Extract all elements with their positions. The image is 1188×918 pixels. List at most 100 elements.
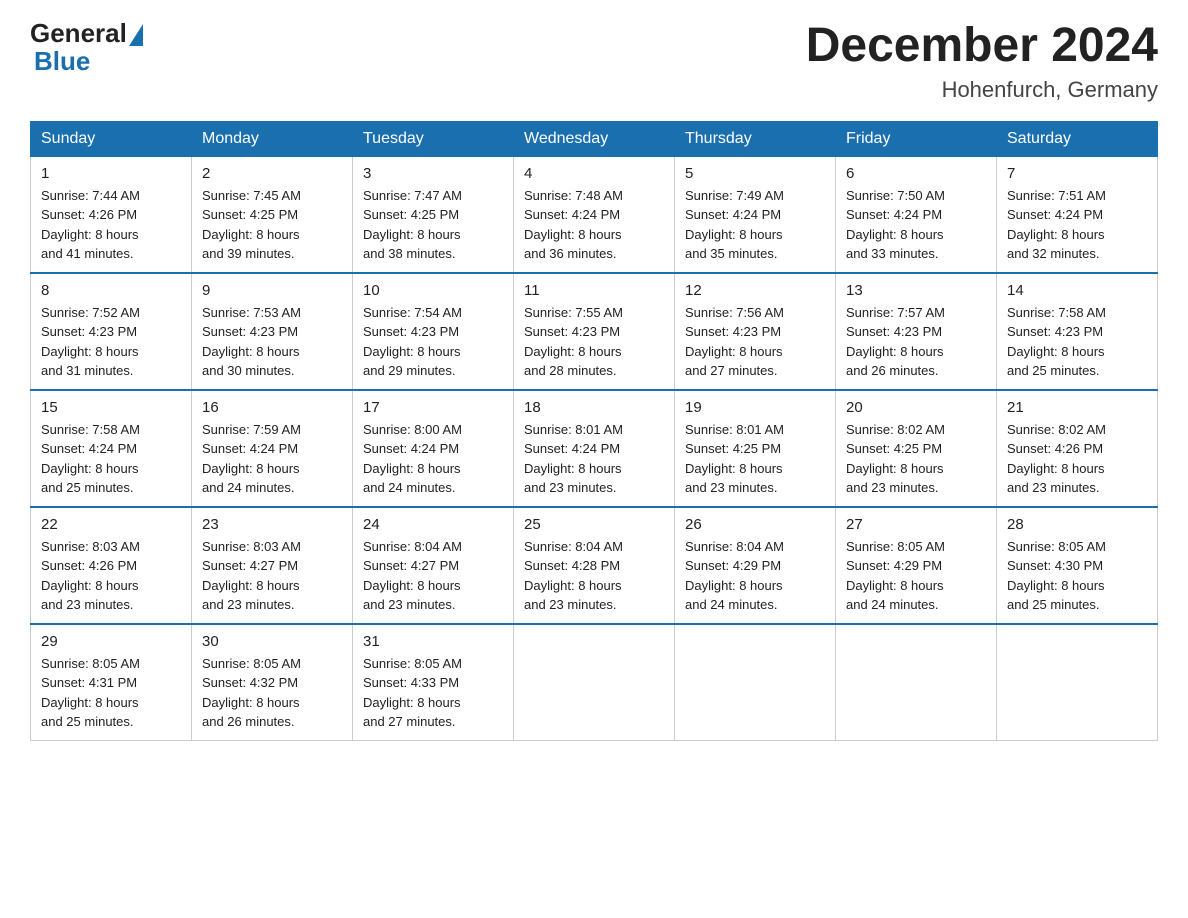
title-block: December 2024 Hohenfurch, Germany [806,20,1158,103]
calendar-cell: 24 Sunrise: 8:04 AMSunset: 4:27 PMDaylig… [353,507,514,624]
calendar-cell: 14 Sunrise: 7:58 AMSunset: 4:23 PMDaylig… [997,273,1158,390]
calendar-cell: 23 Sunrise: 8:03 AMSunset: 4:27 PMDaylig… [192,507,353,624]
day-info: Sunrise: 8:02 AMSunset: 4:26 PMDaylight:… [1007,422,1106,496]
day-number: 26 [685,516,825,533]
calendar-cell [997,624,1158,741]
weekday-header-monday: Monday [192,121,353,156]
calendar-cell: 2 Sunrise: 7:45 AMSunset: 4:25 PMDayligh… [192,156,353,273]
day-info: Sunrise: 7:59 AMSunset: 4:24 PMDaylight:… [202,422,301,496]
logo-general-text: General [30,20,127,46]
calendar-week-row: 8 Sunrise: 7:52 AMSunset: 4:23 PMDayligh… [31,273,1158,390]
day-number: 25 [524,516,664,533]
day-info: Sunrise: 7:53 AMSunset: 4:23 PMDaylight:… [202,305,301,379]
weekday-header-thursday: Thursday [675,121,836,156]
weekday-header-sunday: Sunday [31,121,192,156]
day-info: Sunrise: 7:55 AMSunset: 4:23 PMDaylight:… [524,305,623,379]
day-info: Sunrise: 8:05 AMSunset: 4:30 PMDaylight:… [1007,539,1106,613]
calendar-title: December 2024 [806,20,1158,73]
day-number: 17 [363,399,503,416]
weekday-header-wednesday: Wednesday [514,121,675,156]
calendar-cell: 4 Sunrise: 7:48 AMSunset: 4:24 PMDayligh… [514,156,675,273]
day-number: 11 [524,282,664,299]
day-info: Sunrise: 7:58 AMSunset: 4:24 PMDaylight:… [41,422,140,496]
calendar-cell: 30 Sunrise: 8:05 AMSunset: 4:32 PMDaylig… [192,624,353,741]
day-info: Sunrise: 7:49 AMSunset: 4:24 PMDaylight:… [685,188,784,262]
day-number: 5 [685,165,825,182]
calendar-cell: 20 Sunrise: 8:02 AMSunset: 4:25 PMDaylig… [836,390,997,507]
day-info: Sunrise: 7:52 AMSunset: 4:23 PMDaylight:… [41,305,140,379]
day-info: Sunrise: 8:03 AMSunset: 4:26 PMDaylight:… [41,539,140,613]
day-info: Sunrise: 8:04 AMSunset: 4:28 PMDaylight:… [524,539,623,613]
calendar-cell: 3 Sunrise: 7:47 AMSunset: 4:25 PMDayligh… [353,156,514,273]
day-number: 7 [1007,165,1147,182]
calendar-cell: 31 Sunrise: 8:05 AMSunset: 4:33 PMDaylig… [353,624,514,741]
day-info: Sunrise: 7:48 AMSunset: 4:24 PMDaylight:… [524,188,623,262]
logo: General Blue [30,20,145,77]
calendar-cell: 18 Sunrise: 8:01 AMSunset: 4:24 PMDaylig… [514,390,675,507]
day-number: 29 [41,633,181,650]
calendar-cell: 9 Sunrise: 7:53 AMSunset: 4:23 PMDayligh… [192,273,353,390]
day-info: Sunrise: 8:05 AMSunset: 4:33 PMDaylight:… [363,656,462,730]
day-info: Sunrise: 8:05 AMSunset: 4:32 PMDaylight:… [202,656,301,730]
day-number: 12 [685,282,825,299]
calendar-cell: 21 Sunrise: 8:02 AMSunset: 4:26 PMDaylig… [997,390,1158,507]
page-header: General Blue December 2024 Hohenfurch, G… [30,20,1158,103]
calendar-cell: 6 Sunrise: 7:50 AMSunset: 4:24 PMDayligh… [836,156,997,273]
day-number: 28 [1007,516,1147,533]
day-info: Sunrise: 7:58 AMSunset: 4:23 PMDaylight:… [1007,305,1106,379]
calendar-week-row: 15 Sunrise: 7:58 AMSunset: 4:24 PMDaylig… [31,390,1158,507]
day-number: 2 [202,165,342,182]
day-number: 20 [846,399,986,416]
calendar-cell: 12 Sunrise: 7:56 AMSunset: 4:23 PMDaylig… [675,273,836,390]
day-number: 4 [524,165,664,182]
calendar-cell: 7 Sunrise: 7:51 AMSunset: 4:24 PMDayligh… [997,156,1158,273]
calendar-cell: 1 Sunrise: 7:44 AMSunset: 4:26 PMDayligh… [31,156,192,273]
day-info: Sunrise: 7:57 AMSunset: 4:23 PMDaylight:… [846,305,945,379]
day-number: 31 [363,633,503,650]
weekday-header-tuesday: Tuesday [353,121,514,156]
day-number: 30 [202,633,342,650]
day-number: 16 [202,399,342,416]
day-number: 23 [202,516,342,533]
calendar-cell [675,624,836,741]
day-info: Sunrise: 8:01 AMSunset: 4:25 PMDaylight:… [685,422,784,496]
day-info: Sunrise: 7:54 AMSunset: 4:23 PMDaylight:… [363,305,462,379]
day-info: Sunrise: 7:45 AMSunset: 4:25 PMDaylight:… [202,188,301,262]
calendar-cell: 13 Sunrise: 7:57 AMSunset: 4:23 PMDaylig… [836,273,997,390]
calendar-cell: 22 Sunrise: 8:03 AMSunset: 4:26 PMDaylig… [31,507,192,624]
calendar-cell [514,624,675,741]
calendar-cell: 28 Sunrise: 8:05 AMSunset: 4:30 PMDaylig… [997,507,1158,624]
day-info: Sunrise: 7:44 AMSunset: 4:26 PMDaylight:… [41,188,140,262]
calendar-cell: 25 Sunrise: 8:04 AMSunset: 4:28 PMDaylig… [514,507,675,624]
day-number: 19 [685,399,825,416]
calendar-cell: 27 Sunrise: 8:05 AMSunset: 4:29 PMDaylig… [836,507,997,624]
logo-triangle-icon [129,24,143,46]
day-info: Sunrise: 8:00 AMSunset: 4:24 PMDaylight:… [363,422,462,496]
day-info: Sunrise: 7:56 AMSunset: 4:23 PMDaylight:… [685,305,784,379]
calendar-cell: 16 Sunrise: 7:59 AMSunset: 4:24 PMDaylig… [192,390,353,507]
logo-blue-text: Blue [34,46,90,76]
calendar-week-row: 29 Sunrise: 8:05 AMSunset: 4:31 PMDaylig… [31,624,1158,741]
day-info: Sunrise: 7:47 AMSunset: 4:25 PMDaylight:… [363,188,462,262]
calendar-table: SundayMondayTuesdayWednesdayThursdayFrid… [30,121,1158,741]
day-number: 9 [202,282,342,299]
weekday-header-saturday: Saturday [997,121,1158,156]
day-number: 1 [41,165,181,182]
calendar-week-row: 22 Sunrise: 8:03 AMSunset: 4:26 PMDaylig… [31,507,1158,624]
day-number: 18 [524,399,664,416]
day-number: 22 [41,516,181,533]
day-info: Sunrise: 8:01 AMSunset: 4:24 PMDaylight:… [524,422,623,496]
calendar-cell: 26 Sunrise: 8:04 AMSunset: 4:29 PMDaylig… [675,507,836,624]
day-number: 8 [41,282,181,299]
day-number: 15 [41,399,181,416]
day-info: Sunrise: 8:03 AMSunset: 4:27 PMDaylight:… [202,539,301,613]
calendar-week-row: 1 Sunrise: 7:44 AMSunset: 4:26 PMDayligh… [31,156,1158,273]
day-info: Sunrise: 8:05 AMSunset: 4:29 PMDaylight:… [846,539,945,613]
calendar-cell: 5 Sunrise: 7:49 AMSunset: 4:24 PMDayligh… [675,156,836,273]
day-info: Sunrise: 7:51 AMSunset: 4:24 PMDaylight:… [1007,188,1106,262]
day-number: 14 [1007,282,1147,299]
day-number: 6 [846,165,986,182]
day-number: 27 [846,516,986,533]
day-info: Sunrise: 7:50 AMSunset: 4:24 PMDaylight:… [846,188,945,262]
day-info: Sunrise: 8:02 AMSunset: 4:25 PMDaylight:… [846,422,945,496]
